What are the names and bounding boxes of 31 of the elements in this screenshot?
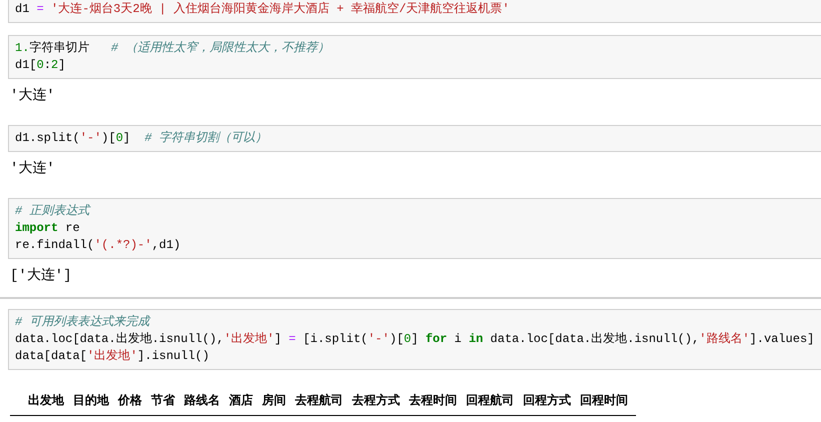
column-header: 回程时间: [579, 392, 629, 409]
code-cell[interactable]: 1.字符串切片 # （适用性太窄，局限性太大，不推荐） d1[0:2]: [8, 35, 821, 79]
column-header: 目的地: [72, 392, 110, 409]
column-header: 价格: [116, 392, 143, 409]
code-cell[interactable]: d1.split('-')[0] # 字符串切割（可以）: [8, 125, 821, 152]
column-header: 酒店: [228, 392, 254, 409]
code-cell[interactable]: # 正则表达式 import re re.findall('(.*?)-',d1): [8, 198, 821, 259]
column-header: 去程时间: [408, 392, 458, 409]
code-line: d1 = '大连-烟台3天2晚 | 入住烟台海阳黄金海岸大酒店 + 幸福航空/天津航空往返机票': [15, 1, 510, 18]
output-text: '大连': [10, 160, 55, 178]
code-line: re.findall('(.*?)-',d1): [15, 237, 182, 254]
code-line: data.loc[data.出发地.isnull(),'出发地'] = [i.split('-')[0] for i in data.loc[data.出发地.isnull(),'路线名'].values]: [15, 331, 816, 348]
column-header: 回程方式: [522, 392, 572, 409]
code-line: # 可用列表表达式来完成: [15, 314, 152, 331]
column-header: 节省: [150, 392, 176, 409]
column-header: 去程航司: [294, 392, 344, 409]
code-line: 1.字符串切片 # （适用性太窄，局限性太大，不推荐）: [15, 40, 330, 57]
code-line: # 正则表达式: [15, 203, 92, 220]
column-header: 出发地: [27, 392, 65, 409]
column-header: 去程方式: [351, 392, 401, 409]
column-header: 回程航司: [465, 392, 515, 409]
code-cell[interactable]: # 可用列表表达式来完成 data.loc[data.出发地.isnull(),'出发地'] = [i.split('-')[0] for i in data.loc[data.出发地.isnull(),'路线名'].values] data[data['出发地'].isnull(): [8, 309, 821, 370]
column-header: 房间: [261, 392, 287, 409]
column-header: 路线名: [183, 392, 221, 409]
code-line: data[data['出发地'].isnull(): [15, 348, 210, 365]
code-line: d1[0:2]: [15, 57, 66, 74]
code-line: d1.split('-')[0] # 字符串切割（可以）: [15, 130, 268, 147]
output-text: '大连': [10, 86, 55, 106]
code-cell[interactable]: d1 = '大连-烟台3天2晚 | 入住烟台海阳黄金海岸大酒店 + 幸福航空/天津航空往返机票': [8, 0, 821, 23]
output-text: ['大连']: [10, 266, 72, 286]
code-line: import re: [15, 220, 81, 237]
